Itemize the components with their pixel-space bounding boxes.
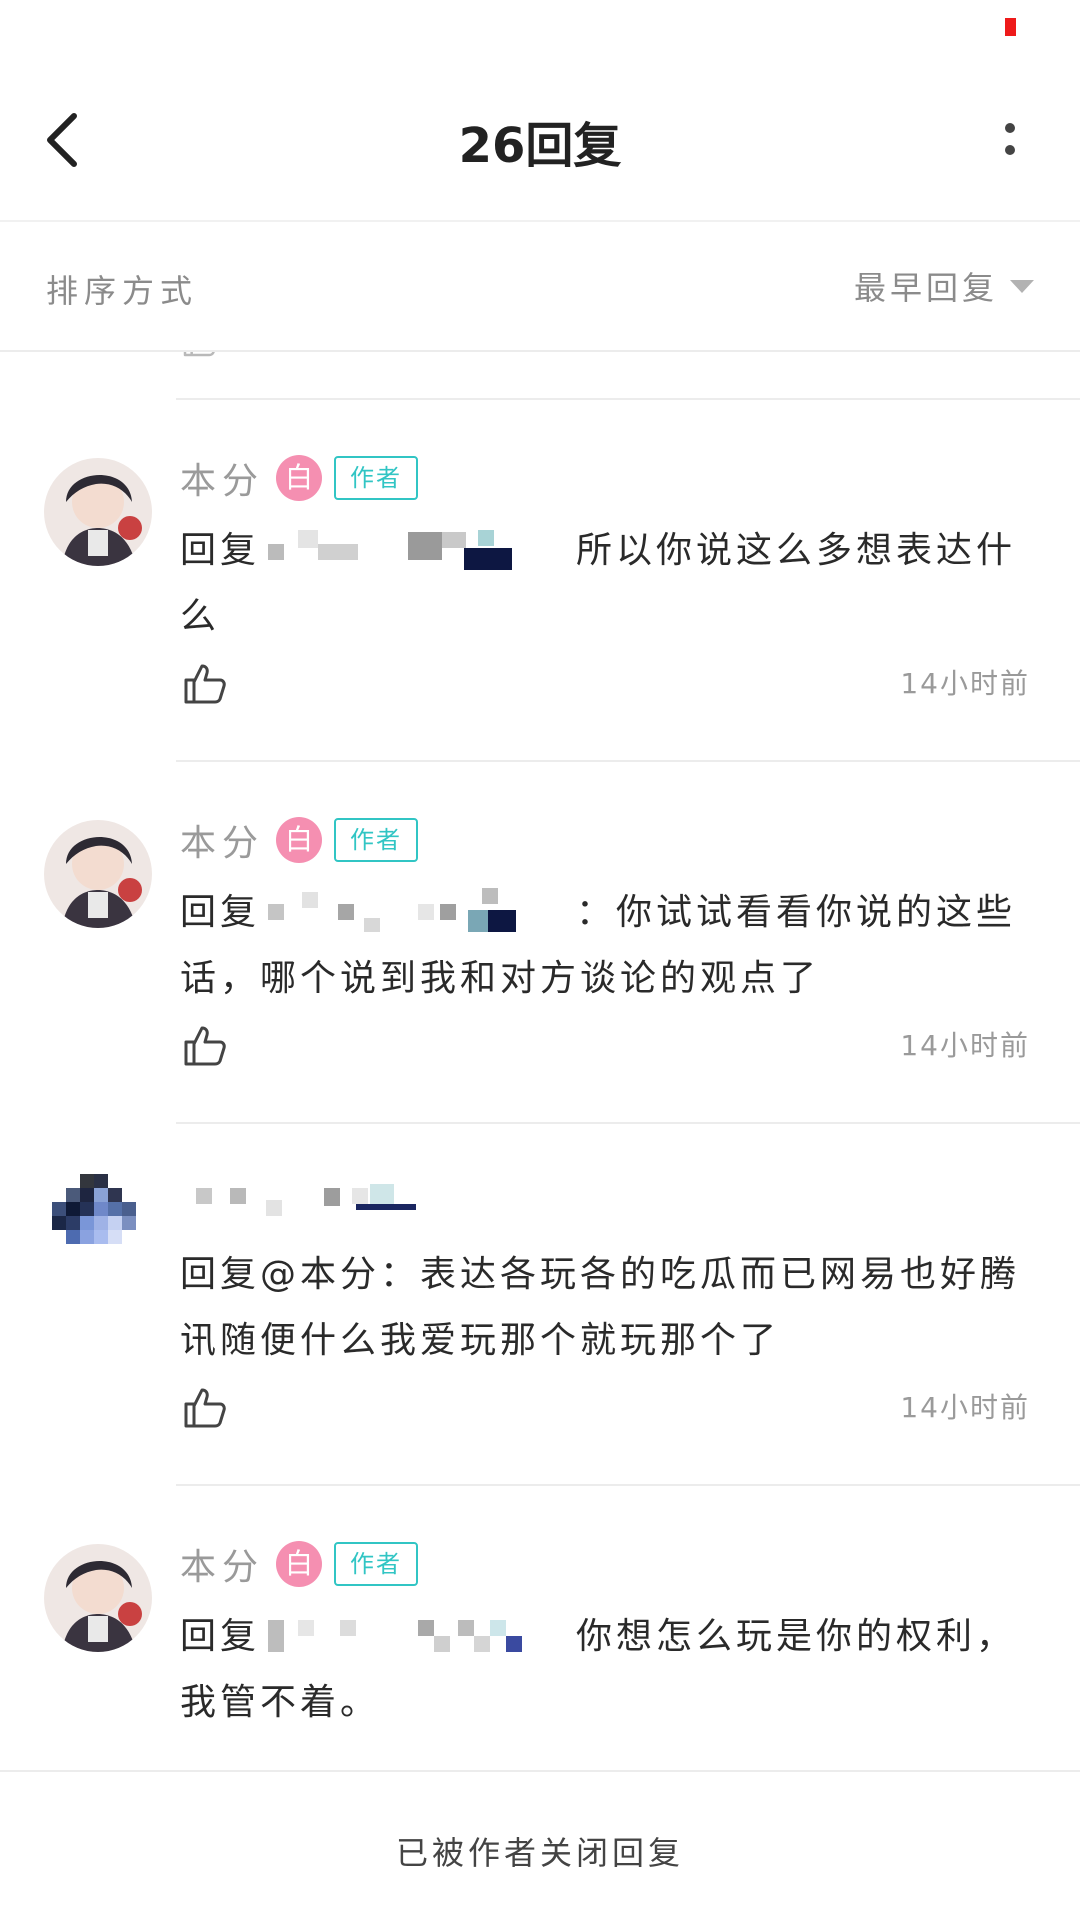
level-badge: 白 [276, 455, 323, 501]
avatar[interactable] [44, 458, 152, 566]
sort-dropdown[interactable]: 最早回复 [854, 258, 1034, 314]
partial-reply [0, 350, 1080, 400]
author-tag: 作者 [334, 1542, 419, 1586]
reply-time: 14小时前 [900, 1029, 1030, 1062]
avatar-image [44, 1544, 152, 1652]
reply-prefix: 回复 [180, 530, 261, 571]
author-row: 本分 白 作者 [180, 1538, 419, 1590]
avatar-image [44, 820, 152, 928]
redacted-author-name[interactable] [196, 1184, 456, 1220]
reply-list[interactable]: 本分 白 作者 回复 所以你说这么多想表达什么 14小时前 本分 白 作者 回复… [0, 350, 1080, 1770]
author-name[interactable]: 本分 [180, 814, 264, 866]
more-button[interactable] [980, 104, 1040, 176]
title-bar: 26回复 [0, 60, 1080, 222]
reply-closed-bar: 已被作者关闭回复 [0, 1770, 1080, 1922]
reply-prefix: 回复 [180, 892, 261, 933]
reply-item: 回复@本分：表达各玩各的吃瓜而已网易也好腾讯随便什么我爱玩那个就玩那个了 14小… [0, 1124, 1080, 1486]
sort-value: 最早回复 [853, 269, 998, 307]
recording-indicator [1005, 18, 1016, 36]
replies-closed-notice: 已被作者关闭回复 [395, 1834, 684, 1872]
thumbs-up-icon[interactable] [180, 660, 228, 708]
reply-item: 本分 白 作者 回复 ：你试试看看你说的这些话，哪个说到我和对方谈论的观点了 1… [0, 762, 1080, 1124]
avatar[interactable] [44, 820, 152, 928]
thumbs-up-icon[interactable] [180, 1022, 228, 1070]
avatar[interactable] [44, 1544, 152, 1652]
avatar[interactable] [52, 1174, 164, 1286]
reply-time: 14小时前 [900, 1391, 1030, 1424]
caret-down-icon [1010, 279, 1034, 293]
reply-content[interactable]: 回复 ：你试试看看你说的这些话，哪个说到我和对方谈论的观点了 [180, 880, 1034, 1012]
redacted-username [268, 1620, 523, 1652]
author-row: 本分 白 作者 [180, 452, 419, 504]
author-row: 本分 白 作者 [180, 814, 419, 866]
author-name[interactable]: 本分 [180, 1538, 264, 1590]
author-tag: 作者 [334, 818, 419, 862]
back-button[interactable] [36, 104, 96, 176]
status-bar [0, 0, 1080, 60]
redacted-username [268, 888, 517, 932]
reply-item: 本分 白 作者 回复 所以你说这么多想表达什么 14小时前 [0, 400, 1080, 762]
sort-label: 排序方式 [46, 272, 199, 310]
reply-prefix: 回复 [180, 1616, 261, 1657]
author-tag: 作者 [334, 456, 419, 500]
reply-item: 本分 白 作者 回复 你想怎么玩是你的权利，我管不着。 [0, 1486, 1080, 1770]
avatar-image [44, 458, 152, 566]
thumbs-up-icon[interactable] [180, 1384, 228, 1432]
reply-prefix: 回复@本分： [180, 1254, 421, 1295]
more-vertical-icon [1005, 123, 1015, 155]
redacted-username [268, 530, 513, 570]
level-badge: 白 [276, 817, 323, 863]
reply-content[interactable]: 回复 所以你说这么多想表达什么 [180, 518, 1034, 650]
page-title: 26回复 [458, 118, 622, 174]
reply-content[interactable]: 回复 你想怎么玩是你的权利，我管不着。 [180, 1604, 1034, 1736]
author-name[interactable]: 本分 [180, 452, 264, 504]
chevron-left-icon [47, 113, 77, 167]
reply-time: 14小时前 [900, 667, 1030, 700]
reply-content[interactable]: 回复@本分：表达各玩各的吃瓜而已网易也好腾讯随便什么我爱玩那个就玩那个了 [180, 1242, 1034, 1374]
level-badge: 白 [276, 1541, 323, 1587]
sort-bar: 排序方式 最早回复 [0, 222, 1080, 352]
